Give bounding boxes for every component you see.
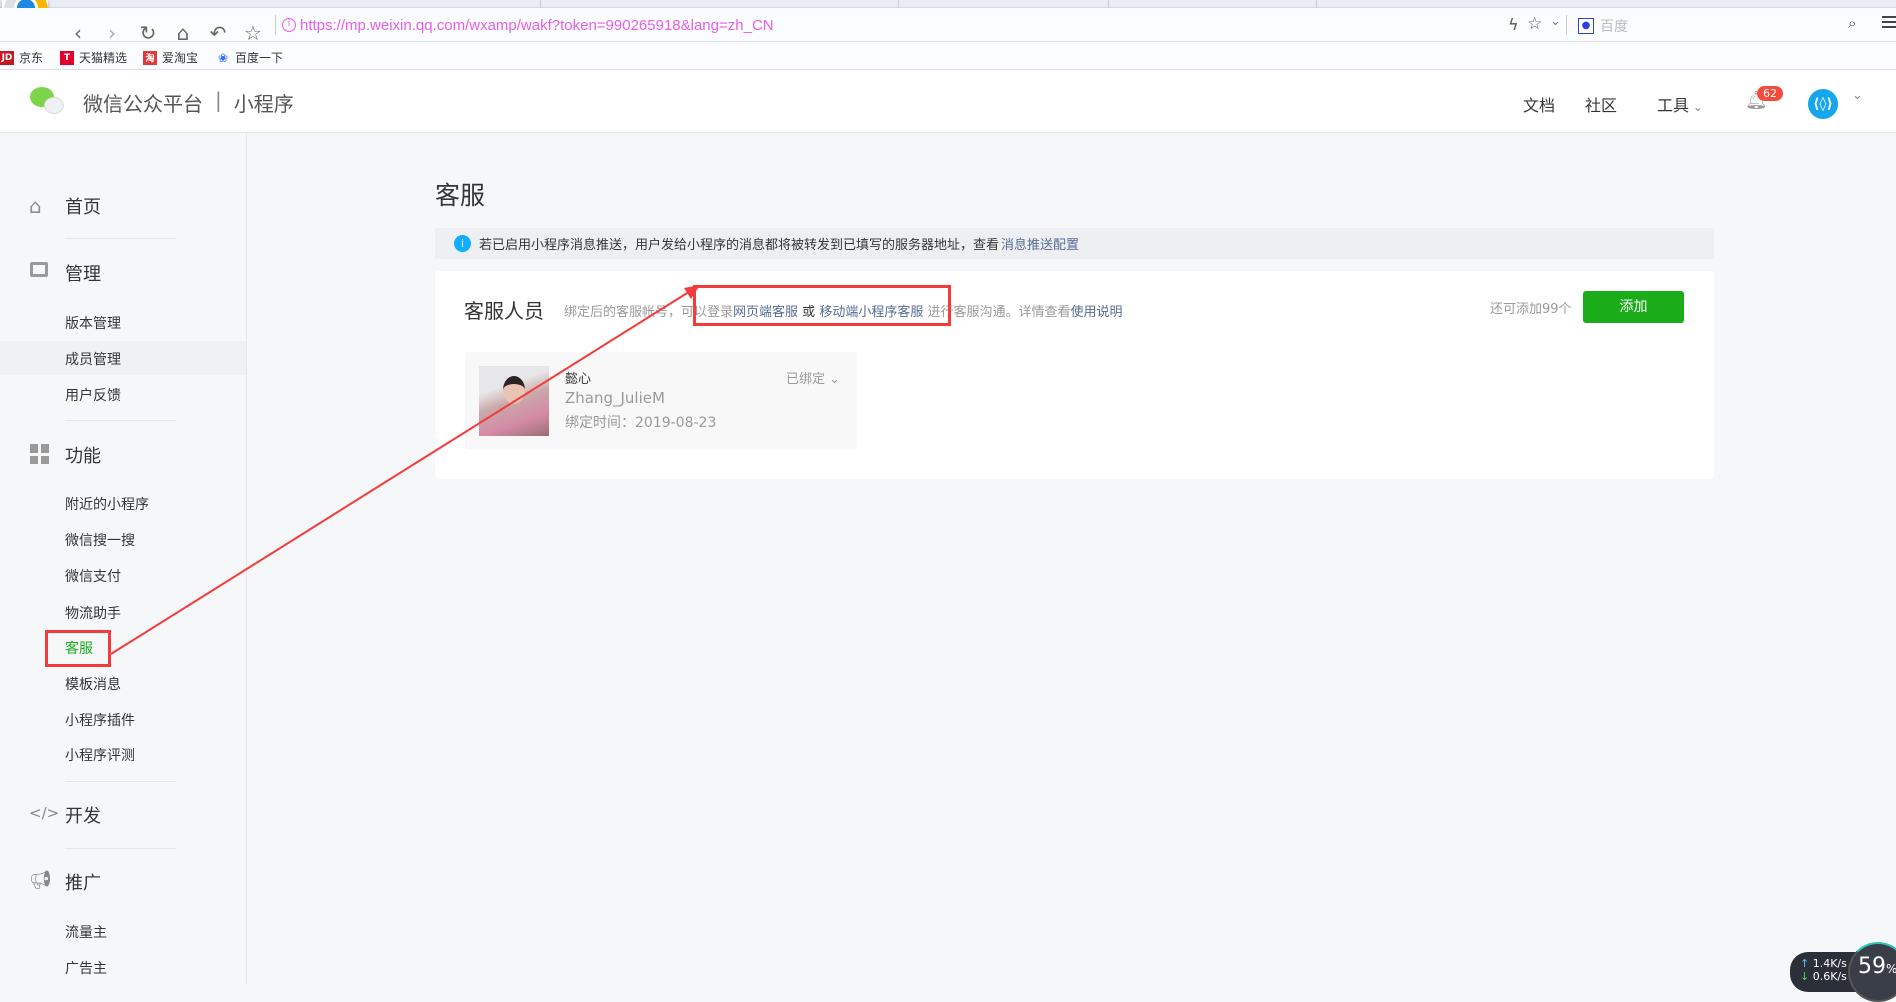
memory-usage-gauge[interactable]: 59% bbox=[1848, 942, 1896, 1002]
upload-icon: ↑ bbox=[1800, 957, 1810, 970]
upload-speed: 1.4K/s bbox=[1812, 957, 1847, 970]
download-speed: 0.6K/s bbox=[1812, 970, 1847, 983]
memory-percent: 59 bbox=[1858, 954, 1886, 979]
annotation-arrow bbox=[110, 285, 700, 655]
download-icon: ↓ bbox=[1800, 970, 1810, 983]
percent-sign: % bbox=[1886, 962, 1896, 976]
